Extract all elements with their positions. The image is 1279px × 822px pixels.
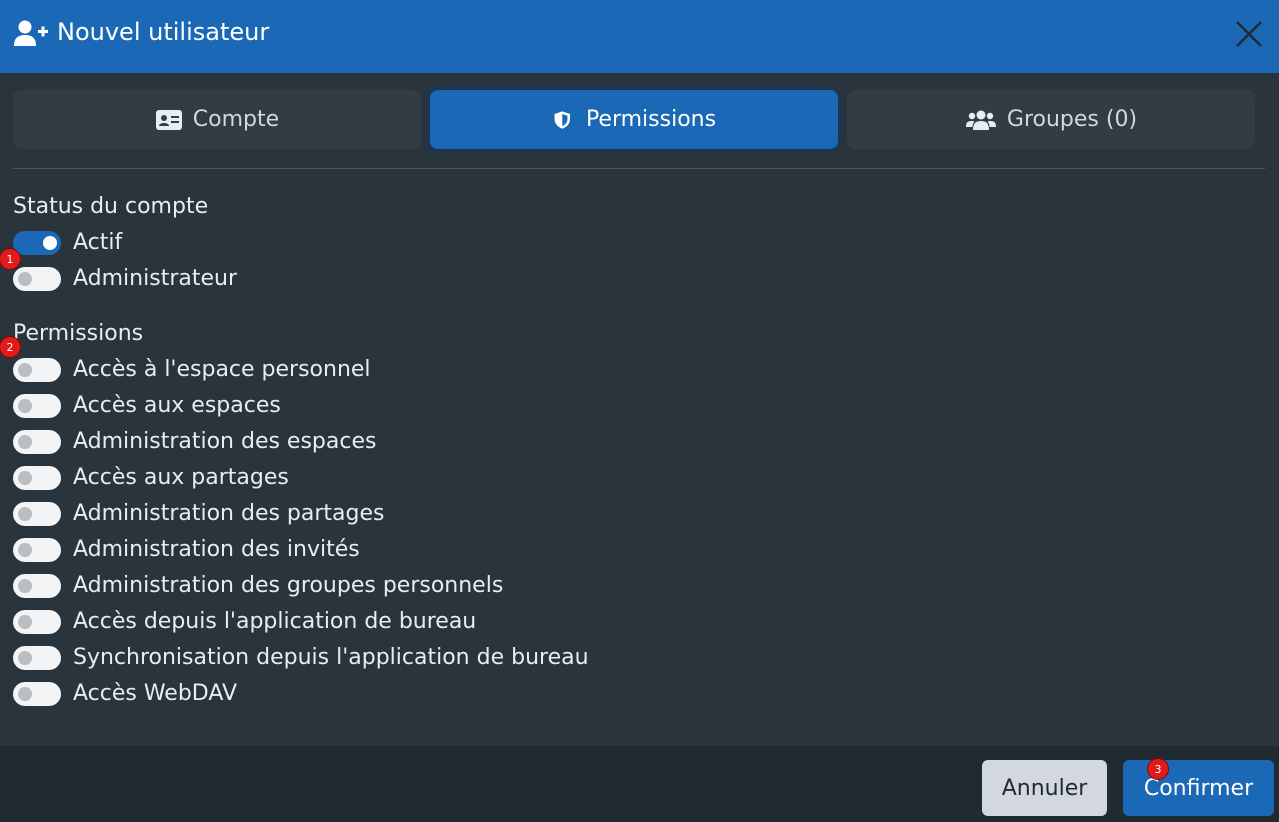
toggle-label: Administration des espaces — [73, 429, 377, 454]
permissions-section-title: Permissions — [13, 321, 144, 346]
toggle-actif[interactable]: Actif — [13, 228, 122, 258]
toggle-switch[interactable] — [13, 267, 61, 291]
toggle-label: Accès WebDAV — [73, 681, 238, 706]
users-icon — [965, 110, 996, 130]
toggle-switch[interactable] — [13, 231, 61, 255]
cancel-button[interactable]: Annuler — [982, 760, 1107, 816]
annotation-badge: 2 — [0, 337, 20, 357]
toggle-label: Administration des groupes personnels — [73, 573, 504, 598]
toggle-acces-webdav[interactable]: Accès WebDAV — [13, 679, 237, 709]
toggle-administration-invites[interactable]: Administration des invités — [13, 535, 360, 565]
toggle-switch[interactable] — [13, 358, 61, 382]
toggle-switch[interactable] — [13, 466, 61, 490]
toggle-administration-partages[interactable]: Administration des partages — [13, 499, 385, 529]
confirm-button[interactable]: Confirmer — [1123, 760, 1274, 816]
toggle-label: Administrateur — [73, 266, 237, 291]
id-card-icon — [155, 109, 182, 130]
tab-groupes[interactable]: Groupes (0) — [847, 90, 1255, 149]
toggle-switch[interactable] — [13, 538, 61, 562]
toggle-acces-espaces[interactable]: Accès aux espaces — [13, 391, 281, 421]
toggle-administration-espaces[interactable]: Administration des espaces — [13, 427, 376, 457]
toggle-acces-espace-personnel[interactable]: Accès à l'espace personnel — [13, 355, 371, 385]
toggle-switch[interactable] — [13, 646, 61, 670]
toggle-administrateur[interactable]: Administrateur — [13, 264, 237, 294]
toggle-label: Actif — [73, 230, 123, 255]
toggle-label: Administration des partages — [73, 501, 385, 526]
annotation-badge: 1 — [0, 249, 20, 269]
dialog-header: Nouvel utilisateur — [0, 0, 1279, 73]
tab-permissions[interactable]: Permissions — [430, 90, 838, 149]
tab-label: Permissions — [585, 107, 717, 132]
toggle-switch[interactable] — [13, 502, 61, 526]
toggle-synchronisation-application-bureau[interactable]: Synchronisation depuis l'application de … — [13, 643, 589, 673]
tab-label: Compte — [192, 107, 280, 132]
annotation-badge: 3 — [1148, 759, 1168, 779]
toggle-switch[interactable] — [13, 610, 61, 634]
tab-label: Groupes (0) — [1006, 107, 1138, 132]
tab-compte[interactable]: Compte — [13, 90, 421, 149]
user-plus-icon — [14, 20, 48, 46]
toggle-label: Administration des invités — [73, 537, 360, 562]
toggle-switch[interactable] — [13, 430, 61, 454]
toggle-label: Accès à l'espace personnel — [73, 357, 371, 382]
toggle-label: Accès aux espaces — [73, 393, 281, 418]
toggle-label: Synchronisation depuis l'application de … — [73, 645, 589, 670]
toggle-switch[interactable] — [13, 394, 61, 418]
toggle-label: Accès aux partages — [73, 465, 289, 490]
toggle-label: Accès depuis l'application de bureau — [73, 609, 477, 634]
toggle-switch[interactable] — [13, 682, 61, 706]
dialog-title: Nouvel utilisateur — [57, 18, 270, 46]
close-icon[interactable] — [1232, 17, 1266, 51]
tab-bar: Compte Permissions Groupes (0) — [13, 90, 1255, 149]
shield-icon — [554, 110, 570, 129]
toggle-switch[interactable] — [13, 574, 61, 598]
divider — [13, 168, 1265, 169]
toggle-administration-groupes-personnels[interactable]: Administration des groupes personnels — [13, 571, 503, 601]
status-section-title: Status du compte — [13, 194, 209, 219]
toggle-acces-application-bureau[interactable]: Accès depuis l'application de bureau — [13, 607, 476, 637]
toggle-acces-partages[interactable]: Accès aux partages — [13, 463, 289, 493]
